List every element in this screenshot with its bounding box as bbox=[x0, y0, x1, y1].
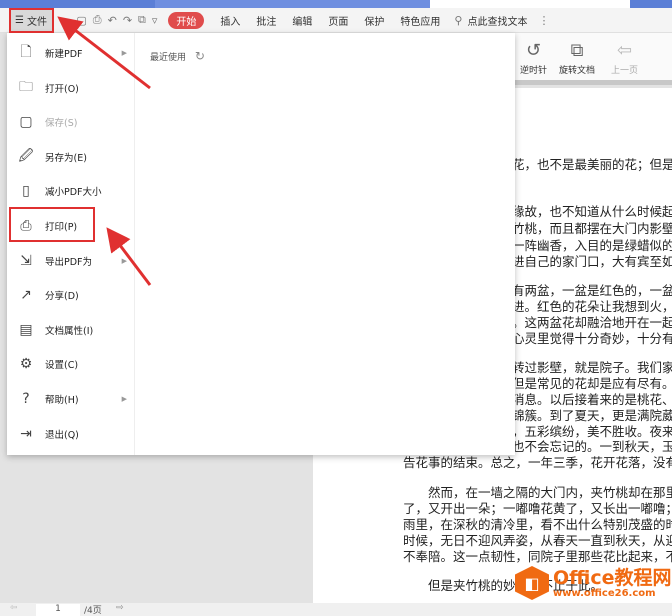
arrow-to-print bbox=[106, 227, 152, 286]
next-icon[interactable]: ⇨ bbox=[116, 603, 124, 613]
arrow-to-file bbox=[57, 16, 151, 90]
page-total: /4页 bbox=[84, 606, 102, 616]
page-number-input[interactable]: 1 bbox=[36, 604, 80, 616]
prev-icon[interactable]: ⇦ bbox=[10, 603, 18, 613]
watermark: ◧ Office教程网 www.office26.com bbox=[515, 566, 672, 600]
office-logo-icon: ◧ bbox=[515, 566, 549, 600]
status-bar: ⇦ 1 /4页 ⇨ bbox=[0, 603, 672, 616]
annotation-arrows bbox=[57, 16, 152, 286]
